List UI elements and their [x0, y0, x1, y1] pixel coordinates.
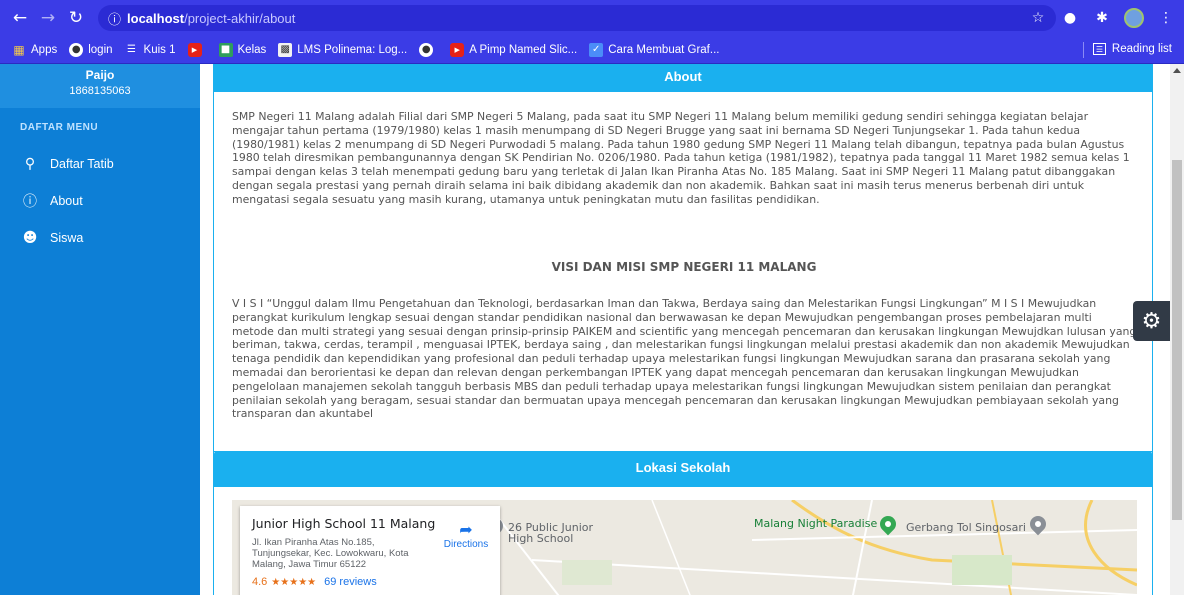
directions-button[interactable]: ➦ Directions: [436, 520, 496, 550]
sidebar-menu: ⚲ Daftar Tatib ⓘ About ☻ Siswa: [0, 145, 200, 256]
bookmark-apps[interactable]: ▦ Apps: [12, 43, 57, 57]
rating-value: 4.6: [252, 576, 268, 588]
bookmark-label: Cara Membuat Graf...: [608, 43, 720, 56]
bookmarks-bar: ▦ Apps ● login ☰ Kuis 1 ▶ ■ Kelas ▩ LMS Polin…: [0, 36, 1184, 64]
bookmark-kelas[interactable]: ■ Kelas: [218, 42, 267, 57]
bookmark-pimp[interactable]: ▶ A Pimp Named Slic...: [450, 42, 578, 57]
about-paragraph: SMP Negeri 11 Malang adalah Filial dari …: [232, 110, 1130, 206]
url-host: localhost: [127, 10, 185, 26]
bookmark-lms[interactable]: ▩ LMS Polinema: Log...: [278, 42, 408, 57]
reading-list-icon: ☰: [1092, 43, 1106, 55]
bookmark-label: Kelas: [237, 43, 267, 56]
profile-avatar[interactable]: [1124, 8, 1144, 28]
forward-icon[interactable]: →: [34, 4, 62, 32]
place-card: Junior High School 11 Malang Jl. Ikan Pi…: [240, 506, 500, 595]
bookmark-youtube[interactable]: ▶: [187, 42, 207, 57]
browser-toolbar: ← → ↻ ⓘ localhost /project-akhir/about ☆…: [0, 0, 1184, 36]
visi-misi-paragraph: V I S I “Unggul dalam Ilmu Pengetahuan d…: [232, 297, 1137, 421]
classroom-icon: ■: [218, 42, 233, 57]
scroll-up-arrow-icon[interactable]: [1173, 68, 1181, 73]
reading-list-button[interactable]: ☰ Reading list: [1092, 43, 1172, 55]
url-path: /project-akhir/about: [184, 10, 296, 26]
bookmark-graf[interactable]: ✓ Cara Membuat Graf...: [589, 42, 720, 57]
list-icon: ☰: [127, 44, 137, 55]
address-bar[interactable]: ⓘ localhost /project-akhir/about ☆: [98, 5, 1056, 31]
bookmark-star-icon[interactable]: ☆: [1028, 8, 1048, 28]
directions-icon: ➦: [459, 520, 473, 539]
reading-list-label: Reading list: [1111, 43, 1172, 55]
menu-header: DAFTAR MENU: [20, 122, 99, 133]
map-label-gerbang-tol: Gerbang Tol Singosari: [906, 521, 1026, 534]
place-address: Jl. Ikan Piranha Atas No.185, Tunjungsek…: [252, 537, 409, 570]
sidebar-item-label: Siswa: [50, 230, 84, 245]
visi-misi-title: VISI DAN MISI SMP NEGERI 11 MALANG: [551, 260, 817, 274]
users-icon: ☻: [22, 229, 38, 246]
rating-stars-icon: ★★★★★: [271, 576, 317, 588]
info-icon: ⓘ: [23, 193, 37, 210]
lokasi-header: Lokasi Sekolah: [214, 451, 1152, 487]
apps-grid-icon: ▦: [13, 42, 25, 57]
globe-icon: ●: [419, 42, 434, 57]
chart-icon: ✓: [589, 42, 604, 57]
bookmark-kuis[interactable]: ☰ Kuis 1: [125, 43, 176, 57]
about-header: About: [214, 64, 1152, 92]
embedded-map[interactable]: 26 Public Junior High School Malang Nigh…: [232, 500, 1137, 595]
directions-label: Directions: [443, 539, 489, 550]
sidebar-item-label: About: [50, 193, 83, 208]
scroll-thumb[interactable]: [1172, 160, 1182, 520]
bookmark-label: LMS Polinema: Log...: [297, 43, 408, 56]
reload-icon[interactable]: ↻: [62, 4, 90, 32]
back-icon[interactable]: ←: [6, 4, 34, 32]
menu-dots-icon[interactable]: ⋮: [1156, 8, 1176, 28]
user-id: 1868135063: [69, 85, 131, 97]
map-label-night-paradise: Malang Night Paradise: [754, 517, 878, 530]
gear-icon: ⚙: [1141, 308, 1162, 334]
bookmark-label: login: [88, 43, 113, 56]
about-card: About SMP Negeri 11 Malang adalah Filial…: [213, 64, 1153, 452]
extension-icon[interactable]: ●: [1060, 8, 1080, 28]
bookmark-label: Apps: [31, 43, 58, 56]
map-label-school-26: 26 Public Junior High School: [508, 521, 594, 545]
site-info-icon[interactable]: ⓘ: [108, 9, 121, 28]
sidebar-item-siswa[interactable]: ☻ Siswa: [0, 219, 200, 256]
youtube-icon: ▶: [187, 42, 202, 57]
bookmark-label: Kuis 1: [143, 43, 176, 56]
user-panel: Paijo 1868135063: [0, 64, 200, 108]
bookmarks-divider: [1083, 42, 1084, 58]
main-content: About SMP Negeri 11 Malang adalah Filial…: [200, 64, 1170, 595]
page-scrollbar[interactable]: [1170, 64, 1184, 595]
bookmark-globe[interactable]: ●: [419, 42, 438, 57]
lms-icon: ▩: [278, 42, 293, 57]
user-name: Paijo: [85, 68, 115, 82]
user-icon: ⚲: [24, 155, 36, 172]
settings-gear-button[interactable]: ⚙: [1133, 301, 1170, 341]
globe-icon: ●: [69, 42, 84, 57]
sidebar: Paijo 1868135063 DAFTAR MENU ⚲ Daftar Ta…: [0, 64, 200, 595]
sidebar-item-daftar-tatib[interactable]: ⚲ Daftar Tatib: [0, 145, 200, 182]
bookmark-login[interactable]: ● login: [69, 42, 113, 57]
sidebar-item-label: Daftar Tatib: [50, 156, 114, 171]
lokasi-card: Lokasi Sekolah 26 Public Junior High Sch…: [213, 451, 1153, 595]
youtube-icon: ▶: [450, 42, 465, 57]
sidebar-item-about[interactable]: ⓘ About: [0, 182, 200, 219]
puzzle-icon[interactable]: ✱: [1092, 8, 1112, 28]
reviews-link[interactable]: 69 reviews: [324, 576, 377, 588]
place-rating: 4.6 ★★★★★ 69 reviews: [252, 576, 488, 588]
bookmark-label: A Pimp Named Slic...: [469, 43, 578, 56]
